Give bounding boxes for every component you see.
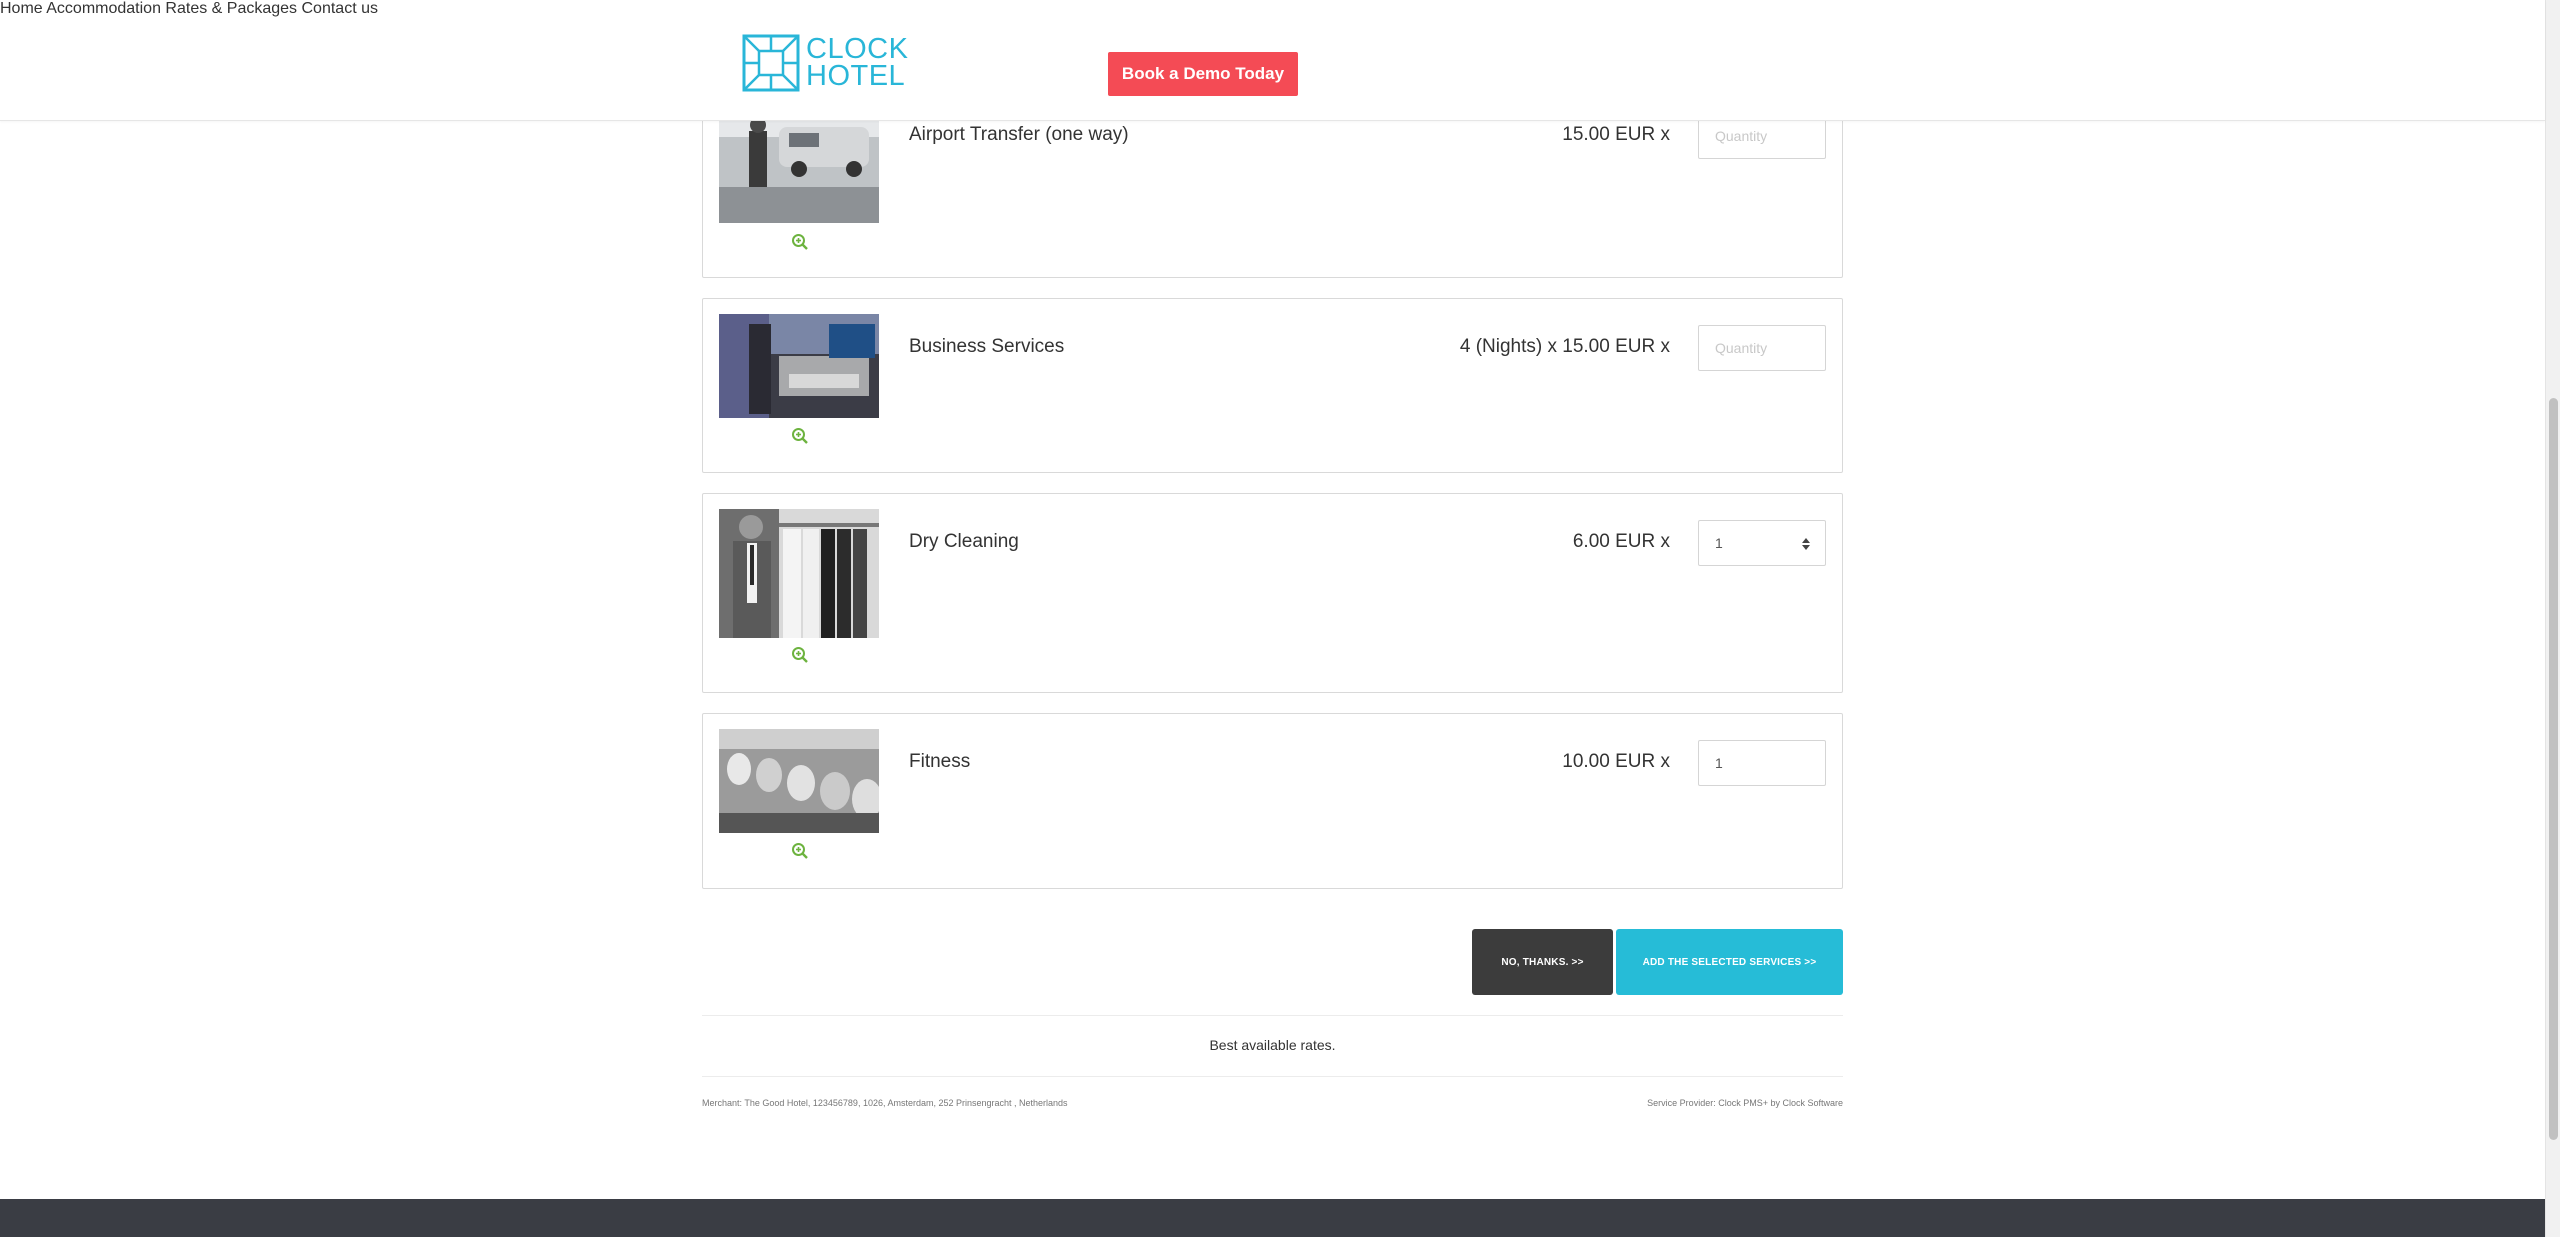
service-provider-info: Service Provider: Clock PMS+ by Clock So… [1647,1098,1843,1108]
zoom-in-icon[interactable] [791,233,809,251]
nav-home[interactable]: Home [0,0,43,17]
best-rates-text: Best available rates. [1209,1037,1336,1053]
service-card-fitness: Fitness 10.00 EUR x [702,713,1843,889]
divider [702,1015,1843,1016]
zoom-in-icon[interactable] [791,427,809,445]
service-name: Airport Transfer (one way) [909,124,1129,145]
quantity-input[interactable] [1698,740,1826,786]
service-price: 10.00 EUR x [1562,751,1670,772]
fitness-photo[interactable] [719,729,879,833]
scrollbar-thumb[interactable] [2549,398,2558,1140]
dry-cleaning-photo[interactable] [719,509,879,638]
merchant-info: Merchant: The Good Hotel, 123456789, 102… [702,1098,1068,1108]
page-footer [0,1199,2545,1237]
divider [702,1076,1843,1077]
service-name: Fitness [909,751,971,772]
vertical-scrollbar[interactable] [2545,0,2560,1237]
service-price: 4 (Nights) x 15.00 EUR x [1459,336,1670,357]
clock-hotel-logo[interactable]: CLOCK HOTEL [742,34,908,92]
service-card-dry-cleaning: Dry Cleaning 6.00 EUR x 1 [702,493,1843,693]
logo-line-2: HOTEL [806,60,906,92]
zoom-in-icon[interactable] [791,646,809,664]
service-price: 6.00 EUR x [1572,531,1670,552]
service-card-airport-transfer: Airport Transfer (one way) 15.00 EUR x [702,96,1843,278]
quantity-input[interactable] [1698,325,1826,371]
quantity-stepper[interactable]: 1 [1698,520,1826,566]
service-card-business-services: Business Services 4 (Nights) x 15.00 EUR… [702,298,1843,473]
book-demo-button[interactable]: Book a Demo Today [1108,52,1298,96]
no-thanks-button[interactable]: NO, THANKS. >> [1472,929,1613,995]
zoom-in-icon[interactable] [791,842,809,860]
site-header: CLOCK HOTEL Book a Demo Today Home Accom… [0,0,2545,121]
spinner-arrows-icon[interactable] [1801,536,1811,552]
logo-line-1: CLOCK [806,33,909,65]
nav-rates-packages[interactable]: Rates & Packages [165,0,297,17]
business-services-photo[interactable] [719,314,879,418]
quantity-value: 1 [1715,535,1723,551]
logo-mark-icon [742,34,800,92]
add-selected-services-button[interactable]: ADD THE SELECTED SERVICES >> [1616,929,1843,995]
service-name: Dry Cleaning [909,531,1019,552]
nav-contact-us[interactable]: Contact us [302,0,378,17]
nav-accommodation[interactable]: Accommodation [46,0,161,17]
logo-text: CLOCK HOTEL [806,33,909,92]
service-name: Business Services [909,336,1065,357]
service-price: 15.00 EUR x [1562,124,1670,145]
